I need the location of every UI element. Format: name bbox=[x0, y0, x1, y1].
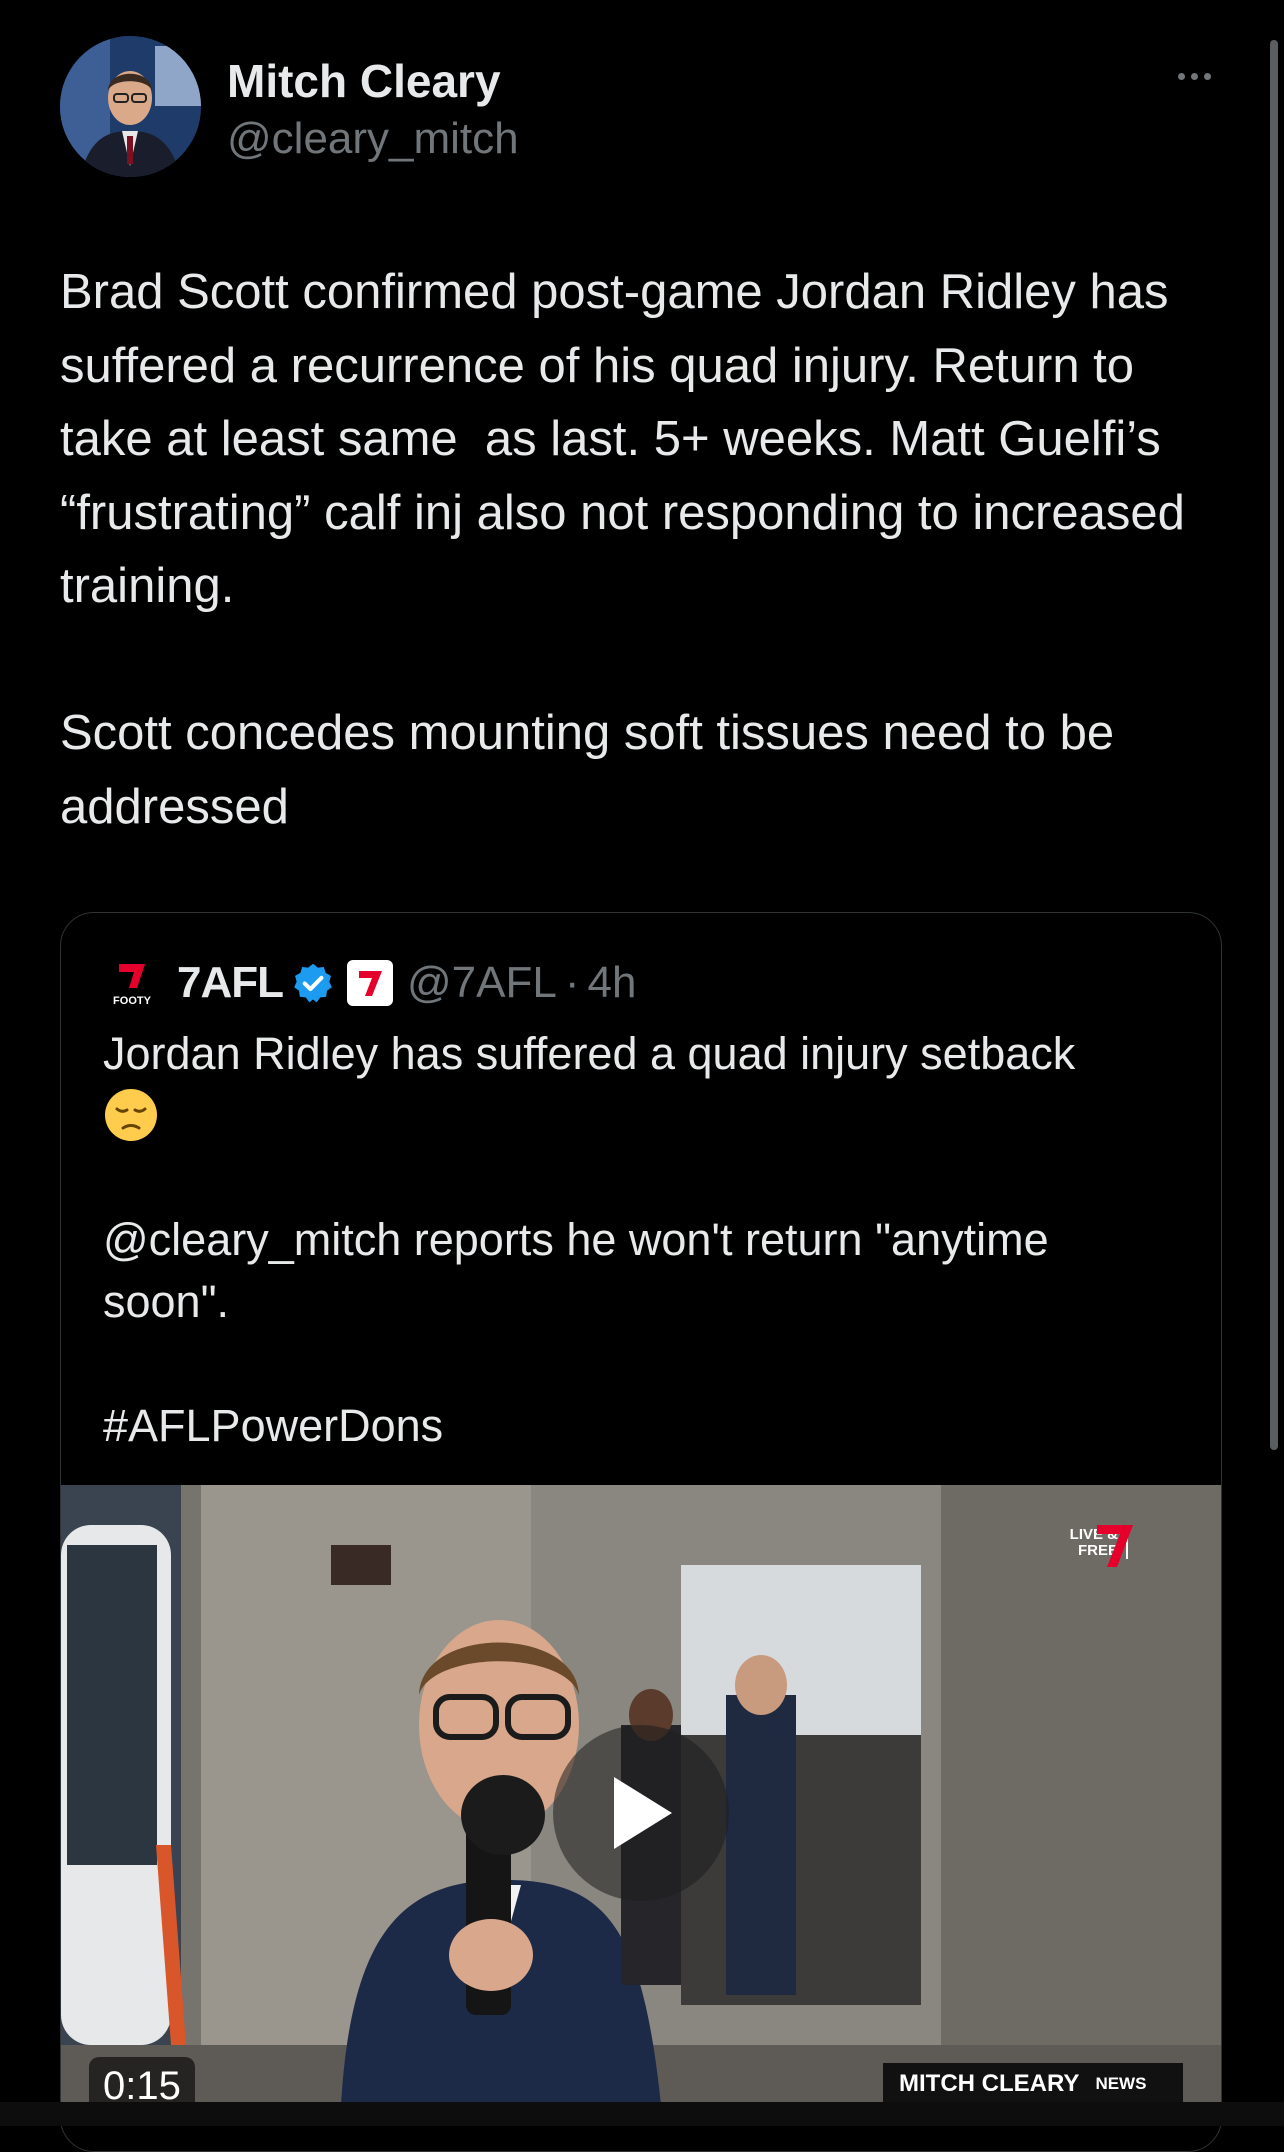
avatar[interactable] bbox=[60, 36, 201, 177]
avatar-image bbox=[60, 36, 201, 177]
quoted-tweet-text: Jordan Ridley has suffered a quad injury… bbox=[103, 1023, 1183, 1457]
quoted-tweet-header: FOOTY 7AFL @7AFL · 4h bbox=[107, 953, 636, 1013]
quoted-text-line1: Jordan Ridley has suffered a quad injury… bbox=[103, 1028, 1076, 1079]
video-duration: 0:15 bbox=[89, 2057, 195, 2105]
tweet-header: Mitch Cleary @cleary_mitch bbox=[60, 36, 1220, 186]
tweet-text: Brad Scott confirmed post-game Jordan Ri… bbox=[60, 265, 1185, 834]
7afl-logo-icon[interactable]: FOOTY bbox=[107, 958, 157, 1008]
news-tag: NEWS bbox=[1095, 2074, 1147, 2093]
quoted-tweet[interactable]: FOOTY 7AFL @7AFL · 4h Jordan Ridley has … bbox=[60, 912, 1222, 2152]
quoted-author-name[interactable]: 7AFL bbox=[177, 958, 284, 1008]
pensive-face-emoji-icon bbox=[105, 1089, 157, 1141]
bottom-edge bbox=[0, 2102, 1284, 2126]
verified-badge-icon bbox=[294, 963, 332, 1003]
author-handle[interactable]: @cleary_mitch bbox=[227, 114, 519, 164]
logo-text: FOOTY bbox=[113, 995, 152, 1007]
separator-dot: · bbox=[564, 958, 580, 1007]
quoted-timestamp[interactable]: 4h bbox=[588, 958, 637, 1008]
author-name[interactable]: Mitch Cleary bbox=[227, 54, 501, 108]
lower-third-name: MITCH CLEARY bbox=[899, 2070, 1080, 2097]
play-icon bbox=[614, 1777, 672, 1849]
seven-logo-icon bbox=[1097, 1525, 1133, 1567]
video-lower-third: MITCH CLEARY NEWS bbox=[883, 2063, 1183, 2105]
scrollbar[interactable] bbox=[1270, 40, 1278, 1450]
more-options-icon[interactable] bbox=[1164, 56, 1224, 96]
quoted-text-rest: @cleary_mitch reports he won't return "a… bbox=[103, 1214, 1049, 1451]
quoted-author-handle[interactable]: @7AFL bbox=[407, 958, 557, 1008]
seven-network-affiliate-icon[interactable] bbox=[347, 960, 393, 1006]
video-player[interactable]: LIVE & FREE MITCH CLEARY NEWS 0:15 bbox=[61, 1485, 1221, 2105]
play-button[interactable] bbox=[553, 1725, 729, 1901]
